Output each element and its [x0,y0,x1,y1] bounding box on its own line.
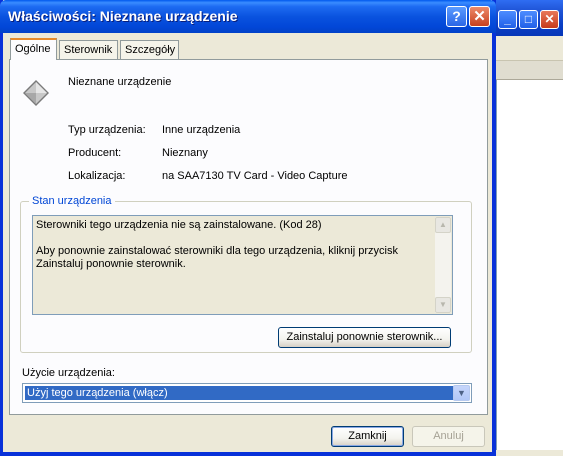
device-usage-label: Użycie urządzenia: [22,367,115,379]
minimize-icon[interactable]: _ [498,10,517,29]
device-usage-select[interactable]: Użyj tego urządzenia (włącz) ▼ [22,383,472,403]
device-status-text: Sterowniki tego urządzenia nie są zainst… [36,219,398,270]
tab-driver[interactable]: Sterownik [59,40,118,59]
window-title: Właściwości: Nieznane urządzenie [8,8,238,24]
device-status-label: Stan urządzenia [29,195,115,207]
location-value: na SAA7130 TV Card - Video Capture [162,170,348,182]
device-status-textbox[interactable]: Sterowniki tego urządzenia nie są zainst… [32,215,453,315]
tab-details[interactable]: Szczegóły [120,40,179,59]
location-label: Lokalizacja: [68,170,126,182]
device-type-label: Typ urządzenia: [68,124,146,136]
close-icon: ✕ [473,8,486,25]
tab-label: Ogólne [15,43,51,55]
device-usage-selected-value: Użyj tego urządzenia (włącz) [25,386,454,400]
device-type-value: Inne urządzenia [162,124,241,136]
maximize-icon[interactable]: □ [519,10,538,29]
tab-label: Szczegóły [125,44,176,56]
close-button[interactable]: ✕ [469,6,490,27]
tab-general[interactable]: Ogólne [10,38,57,60]
background-window-content [496,80,563,450]
dialog-titlebar: Właściwości: Nieznane urządzenie ? ✕ [0,0,496,33]
chevron-down-icon[interactable]: ▼ [453,385,470,401]
device-name: Nieznane urządzenie [68,76,172,88]
manufacturer-value: Nieznany [162,147,208,159]
scroll-up-icon[interactable]: ▲ [435,217,451,233]
cancel-button[interactable]: Anuluj [412,426,485,447]
unknown-device-icon [23,80,49,106]
tab-label: Sterownik [64,44,113,56]
reinstall-driver-button[interactable]: Zainstaluj ponownie sterownik... [278,327,451,348]
scroll-down-icon[interactable]: ▼ [435,297,451,313]
help-icon: ? [452,8,461,24]
close-dialog-button[interactable]: Zamknij [331,426,404,447]
manufacturer-label: Producent: [68,147,122,159]
help-button[interactable]: ? [446,6,467,27]
close-icon[interactable]: ✕ [540,10,559,29]
status-scrollbar[interactable]: ▲ ▼ [435,217,451,313]
